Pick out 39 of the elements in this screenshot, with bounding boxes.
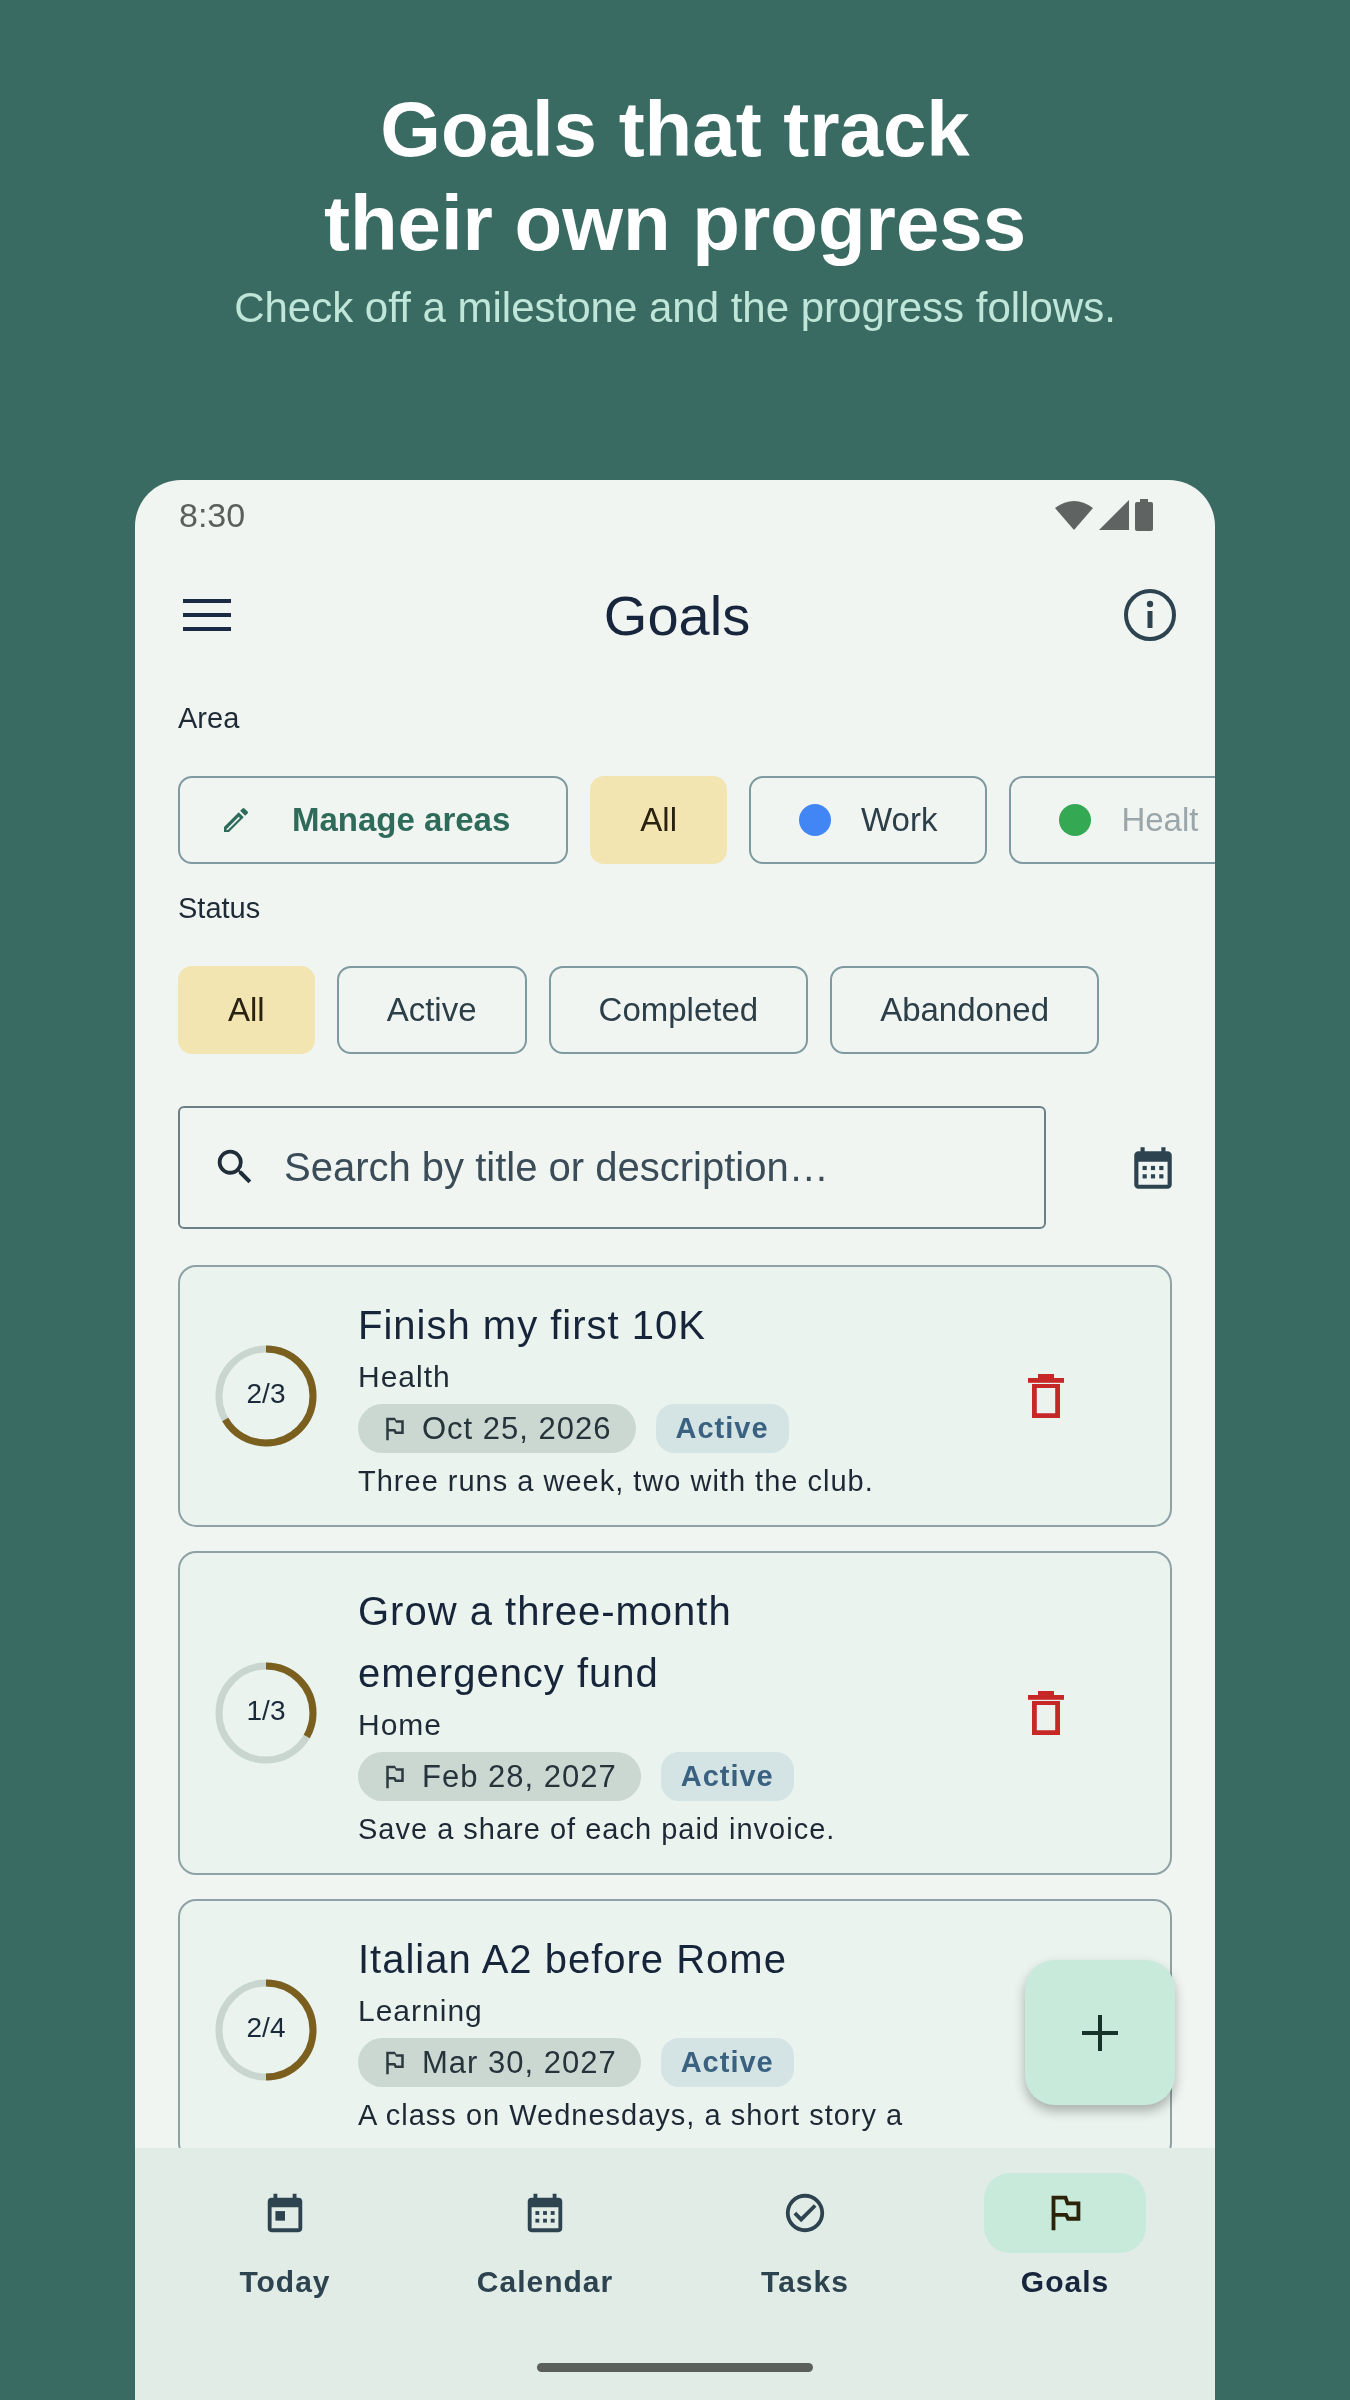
status-badge: Active: [655, 1404, 789, 1453]
progress-count: 1/3: [245, 1695, 287, 1727]
filter-chip[interactable]: Active: [336, 966, 527, 1054]
filter-chip[interactable]: Abandoned: [830, 966, 1099, 1054]
goal-area: Health: [358, 1360, 1026, 1394]
search-field[interactable]: Search by title or description…: [178, 1106, 1046, 1229]
status-time: 8:30: [179, 495, 246, 535]
nav-tab[interactable]: Today: [155, 2173, 415, 2317]
filter-chip[interactable]: All: [178, 966, 315, 1054]
goal-card[interactable]: 1/3 Grow a three-month emergency fund Home Feb 28, 2027 Active Save a share of each paid invoice.: [178, 1551, 1172, 1875]
screen-title: Goals: [603, 582, 751, 648]
goal-description: Save a share of each paid invoice.: [358, 1813, 837, 1846]
nav-tab[interactable]: Goals: [935, 2173, 1195, 2317]
subheadline: Check off a milestone and the progress follows.: [234, 284, 1116, 332]
goal-title: Italian A2 before Rome: [358, 1936, 788, 1983]
filter-chip[interactable]: Completed: [548, 966, 809, 1054]
due-date-chip: Mar 30, 2027: [358, 2038, 641, 2087]
nav-tab[interactable]: Calendar: [415, 2173, 675, 2317]
due-date-chip: Oct 25, 2026: [358, 1404, 636, 1453]
progress-count: 2/4: [245, 2012, 287, 2044]
section-label: Area: [178, 702, 241, 736]
goal-description: Three runs a week, two with the club.: [358, 1465, 875, 1498]
goal-card[interactable]: 2/4 Italian A2 before Rome Learning Mar 30, 2027 Active A class on Wednesdays, a short story a: [178, 1899, 1172, 2148]
goal-description: A class on Wednesdays, a short story a: [358, 2099, 905, 2132]
progress-count: 2/3: [245, 1378, 287, 1410]
filter-chip[interactable]: All: [590, 776, 727, 864]
headline: Goals that track their own progress: [322, 84, 1028, 269]
section-label: Status: [178, 892, 262, 926]
goal-title: Grow a three-month emergency fund: [358, 1588, 733, 1697]
status-badge: Active: [660, 1752, 794, 1801]
nav-tab[interactable]: Tasks: [675, 2173, 935, 2317]
goal-card[interactable]: 2/3 Finish my first 10K Health Oct 25, 2026 Active Three runs a week, two with the club.: [178, 1265, 1172, 1527]
goal-title: Finish my first 10K: [358, 1302, 707, 1349]
goal-area: Home: [358, 1708, 1026, 1742]
area-chip[interactable]: Work: [749, 776, 988, 864]
goal-area: Learning: [358, 1994, 1026, 2028]
due-date-chip: Feb 28, 2027: [358, 1752, 641, 1801]
status-badge: Active: [660, 2038, 794, 2087]
manage-areas-chip[interactable]: Manage areas: [178, 776, 569, 864]
